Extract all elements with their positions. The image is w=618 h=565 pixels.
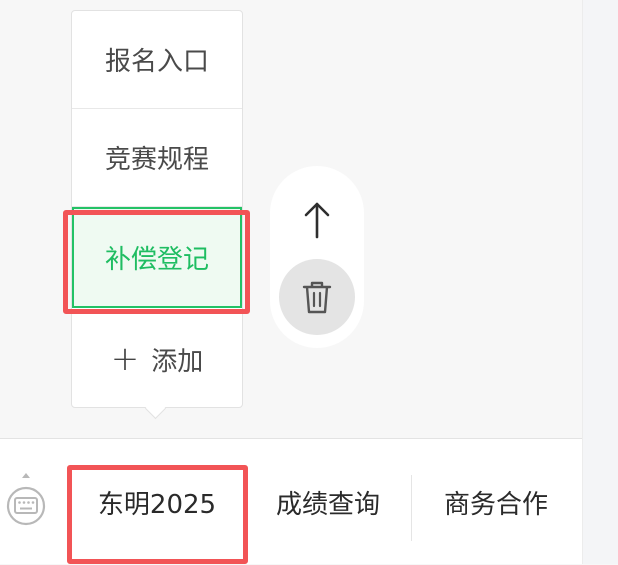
menu-item-score-query[interactable]: 成绩查询 [248,439,408,565]
add-submenu-button[interactable]: + 添加 [72,310,242,408]
menu-item-label: 商务合作 [443,489,548,520]
submenu-item-label: 竞赛规程 [104,145,209,175]
submenu-item-label: 报名入口 [104,47,209,77]
selection-highlight [63,210,250,314]
keyboard-toggle[interactable] [6,473,46,531]
plus-icon: + [110,339,140,379]
menu-item-business[interactable]: 商务合作 [414,439,578,565]
menu-item-label: 成绩查询 [275,489,380,520]
move-up-button[interactable] [293,196,341,244]
keyboard-icon [6,473,46,526]
submenu-item-rules[interactable]: 竞赛规程 [72,109,242,207]
arrow-up-icon [304,202,330,239]
menu-divider [411,475,412,541]
right-panel-edge [582,0,618,564]
add-submenu-label: 添加 [151,346,204,377]
submenu-panel: 报名入口 竞赛规程 补偿登记 + 添加 [71,10,243,408]
menu-editor-canvas: 报名入口 竞赛规程 补偿登记 + 添加 东明2025 成绩查询 商务合作 [0,0,582,564]
trash-icon [302,281,332,314]
submenu-item-registration[interactable]: 报名入口 [72,11,242,109]
item-action-toolbar [270,166,364,348]
selection-highlight-main [67,465,248,564]
delete-button[interactable] [279,259,355,335]
